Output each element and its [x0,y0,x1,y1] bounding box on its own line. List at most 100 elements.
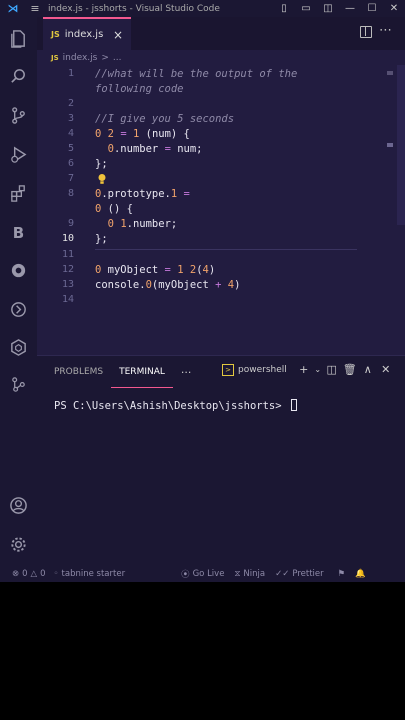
code-line: following code [95,83,184,95]
title-bar: ⋊ ≡ index.js - jsshorts - Visual Studio … [0,0,405,17]
code-line: }; [95,158,108,170]
code-line: 0.number = num; [107,143,203,155]
js-file-icon: JS [51,30,60,39]
docker-icon[interactable] [8,337,29,358]
chevron-down-icon[interactable]: ⌄ [313,365,323,374]
source-control-icon[interactable] [8,105,29,126]
go-live-status[interactable]: ⦿ Go Live [181,568,224,580]
code-line: 0 () { [95,203,133,215]
code-line: 0 myObject = 1 2(4) [95,264,216,276]
prettier-status[interactable]: ✓✓ Prettier [275,569,324,579]
settings-gear-icon[interactable] [8,534,29,555]
window-title: index.js - jsshorts - Visual Studio Code [48,3,220,14]
account-icon[interactable] [8,495,29,516]
code-line: 0 2 = 1 (num) { [95,128,190,140]
notifications-bell-icon[interactable]: 🔔 [355,569,366,579]
layout-sidebar-icon[interactable]: ◫ [317,3,339,14]
breadcrumb-trail[interactable]: ... [113,53,122,63]
status-bar: ⊗ 0 △ 0 ◦ tabnine starter ⦿ Go Live ⧖ Ninja ✓… [0,565,405,582]
line-number: 9 [67,218,74,229]
ninja-label: Ninja [243,568,266,579]
maximize-icon[interactable]: ☐ [361,3,383,14]
prettier-label: Prettier [292,568,324,579]
bookmark-b-icon[interactable]: B [8,222,29,243]
warning-count: 0 [40,568,46,579]
line-number: 11 [61,249,74,260]
code-line: //I give you 5 seconds [95,113,235,125]
line-number: 1 [67,68,74,79]
maximize-panel-icon[interactable]: ∧ [359,363,377,376]
close-panel-icon[interactable]: ✕ [377,363,395,376]
error-count: 0 [22,568,28,579]
error-icon: ⊗ [12,568,20,579]
layout-icon[interactable]: ▯ [273,3,295,14]
line-number: 2 [67,98,74,109]
terminal-cursor [290,399,297,411]
line-number: 8 [67,188,74,199]
warning-icon: △ [30,568,38,579]
line-number: 14 [61,294,74,305]
breadcrumb-separator: > [101,52,109,63]
panel-more-icon[interactable]: ··· [173,356,200,388]
ninja-status[interactable]: ⧖ Ninja [234,569,265,579]
breadcrumb: JS index.js > ... [37,50,405,65]
extensions-icon[interactable] [8,183,29,204]
tab-problems[interactable]: PROBLEMS [46,356,111,388]
video-letterbox [0,582,405,720]
breadcrumb-file[interactable]: index.js [63,53,98,63]
explorer-icon[interactable] [8,28,29,49]
split-terminal-icon[interactable]: ◫ [323,363,341,376]
broadcast-icon: ⦿ [181,569,190,580]
split-editor-icon[interactable] [360,26,372,38]
terminal-output[interactable]: PS C:\Users\Ashish\Desktop\jsshorts> [54,399,297,412]
go-live-label: Go Live [192,568,225,579]
code-line: //what will be the output of the [95,68,298,80]
minimize-icon[interactable]: — [339,3,361,14]
tab-label: index.js [64,29,104,40]
trash-icon[interactable]: 🗑 [341,363,359,376]
code-line: 0.prototype.1 = [95,188,190,200]
close-tab-icon[interactable]: × [113,28,123,42]
code-line: }; [95,233,108,245]
terminal-icon: > [222,363,234,376]
more-actions-icon[interactable]: ⋯ [379,23,392,38]
tab-terminal[interactable]: TERMINAL [111,356,173,388]
close-window-icon[interactable]: ✕ [383,3,405,14]
line-number: 10 [61,233,74,244]
tabnine-status-icon: ◦ [53,568,59,579]
new-terminal-icon[interactable]: + [295,363,313,376]
tabnine-status[interactable]: ◦ tabnine starter [54,569,126,579]
lightbulb-icon[interactable] [97,173,107,185]
tabnine-icon[interactable] [8,260,29,281]
line-number: 4 [67,128,74,139]
search-icon[interactable] [8,66,29,87]
ninja-icon: ⧖ [234,568,241,579]
menu-icon[interactable]: ≡ [26,2,44,15]
run-debug-icon[interactable] [8,144,29,165]
line-number: 6 [67,158,74,169]
code-editor[interactable]: 1 //what will be the output of the follo… [37,65,405,355]
editor-tab-bar: JS index.js × ⋯ [37,17,405,50]
minimap[interactable] [397,65,405,225]
code-line: 0 1.number; [107,218,178,230]
line-number: 12 [61,264,74,275]
js-file-icon: JS [51,53,59,62]
line-number: 5 [67,143,74,154]
overview-mark [387,143,393,147]
remote-explorer-icon[interactable] [8,299,29,320]
overview-mark [387,71,393,75]
feedback-icon[interactable]: ⚑ [338,569,346,579]
tab-index-js[interactable]: JS index.js × [43,17,131,50]
line-number: 7 [67,173,74,184]
tabnine-label: tabnine starter [61,568,126,579]
bottom-panel: PROBLEMS TERMINAL ··· > powershell + ⌄ ◫… [37,355,405,565]
line-number: 13 [61,279,74,290]
problems-status[interactable]: ⊗ 0 △ 0 [12,569,46,579]
overview-ruler[interactable] [383,65,397,355]
activity-bar: B [0,17,37,565]
code-line: console.0(myObject + 4) [95,279,241,291]
testing-icon[interactable] [8,374,29,395]
layout-panel-icon[interactable]: ▭ [295,3,317,14]
terminal-select[interactable]: > powershell [222,363,287,376]
current-line-highlight [95,237,357,250]
